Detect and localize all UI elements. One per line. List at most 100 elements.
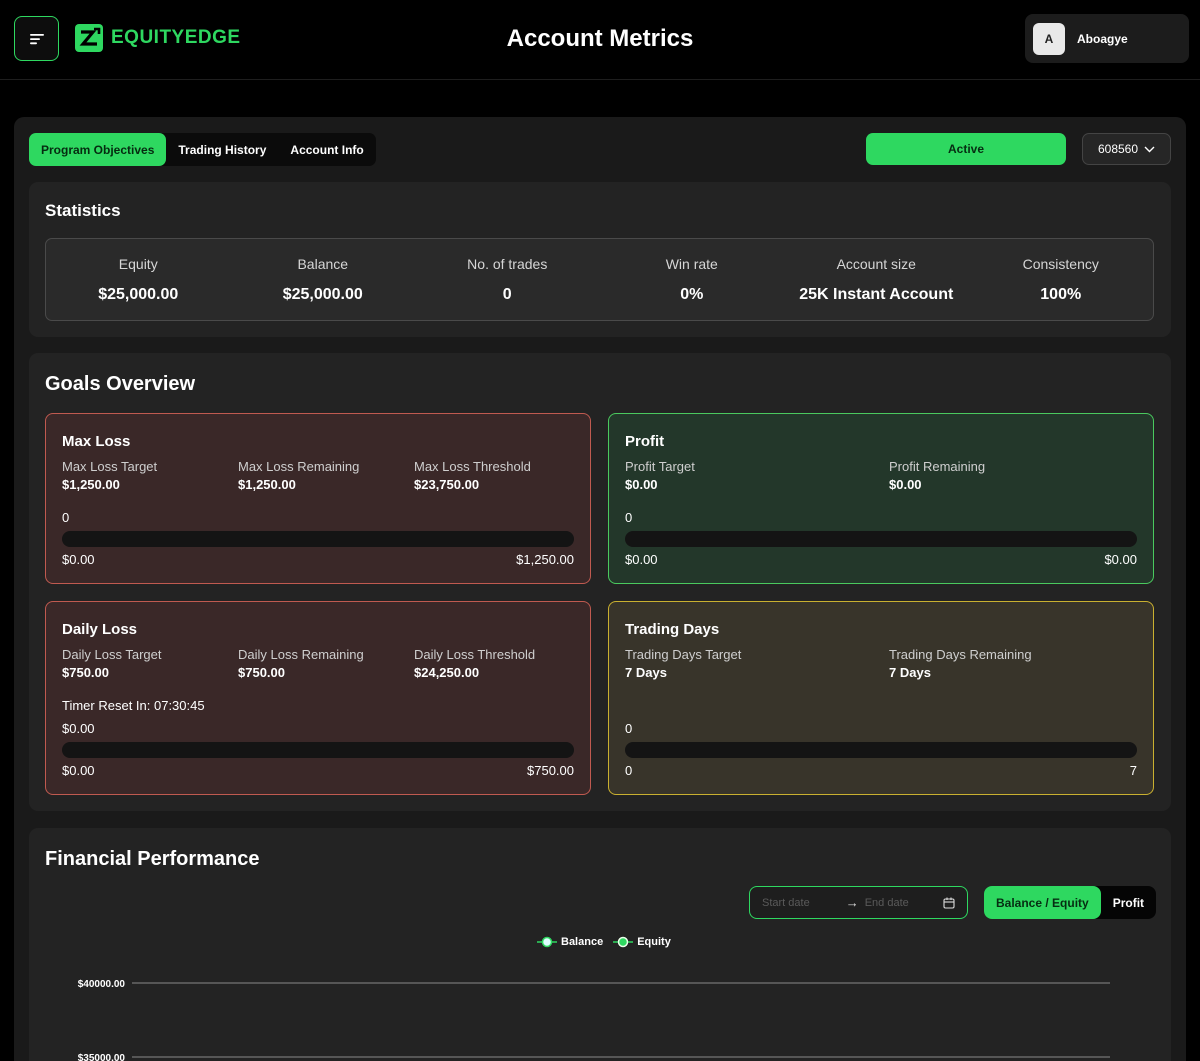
stat-label: Consistency — [1022, 255, 1099, 272]
stat-consistency: Consistency 100% — [969, 239, 1154, 320]
stat-value: $25,000.00 — [98, 285, 179, 303]
account-select[interactable]: 608560 — [1082, 133, 1171, 165]
top-header: EQUITYEDGE Account Metrics A Aboagye — [0, 0, 1200, 80]
trading-days-target: Trading Days Target 7 Days — [625, 647, 741, 680]
chart-legend: Balance Equity — [537, 936, 671, 948]
timer-reset: Timer Reset In: 07:30:45 — [62, 698, 205, 713]
stat-label: Account size — [836, 255, 916, 272]
start-date-input[interactable]: Start date — [762, 897, 810, 909]
page-title: Account Metrics — [506, 25, 694, 52]
current-value: $0.00 — [62, 721, 95, 736]
stat-label: Equity — [118, 255, 158, 272]
goal-label: Max Loss Threshold — [414, 459, 531, 474]
max-loss-goal: Max Loss Max Loss Target $1,250.00 Max L… — [45, 413, 591, 584]
legend-equity-marker-icon — [613, 936, 634, 948]
legend-label: Equity — [637, 936, 671, 948]
trading-days-progress-bar — [625, 742, 1137, 758]
legend-balance[interactable]: Balance — [537, 936, 603, 948]
stat-label: Win rate — [665, 255, 718, 272]
stat-value: $25,000.00 — [282, 285, 363, 303]
goal-label: Daily Loss Target — [62, 647, 162, 662]
daily-loss-goal: Daily Loss Daily Loss Target $750.00 Dai… — [45, 601, 591, 795]
bar-min-label: $0.00 — [625, 552, 658, 567]
goal-label: Profit Remaining — [889, 459, 986, 474]
daily-loss-target: Daily Loss Target $750.00 — [62, 647, 161, 680]
statistics-card: Statistics Equity $25,000.00 Balance $25… — [29, 182, 1171, 337]
tab-program-objectives[interactable]: Program Objectives — [29, 133, 167, 166]
y-tick-label: $40000.00 — [78, 979, 126, 990]
bar-min-label: $0.00 — [62, 763, 95, 778]
stat-value: 25K Instant Account — [799, 285, 954, 303]
goal-value: $750.00 — [238, 665, 285, 680]
profit-target: Profit Target $0.00 — [625, 459, 695, 492]
chevron-down-icon — [1144, 146, 1155, 152]
user-menu[interactable]: A Aboagye — [1025, 14, 1189, 63]
legend-equity[interactable]: Equity — [613, 936, 671, 948]
goal-value: $23,750.00 — [414, 477, 480, 492]
goal-value: $1,250.00 — [238, 477, 296, 492]
goal-value: $750.00 — [62, 665, 109, 680]
tab-account-info[interactable]: Account Info — [278, 133, 375, 166]
goals-overview-card: Goals Overview Max Loss Max Loss Target … — [29, 353, 1171, 811]
statistics-grid: Equity $25,000.00 Balance $25,000.00 No.… — [45, 238, 1154, 321]
stat-balance: Balance $25,000.00 — [231, 239, 416, 320]
main-panel: Program Objectives Trading History Accou… — [14, 117, 1186, 1061]
max-loss-threshold: Max Loss Threshold $23,750.00 — [414, 459, 531, 492]
calendar-icon[interactable] — [943, 897, 955, 909]
goal-label: Profit Target — [625, 459, 695, 474]
daily-loss-remaining: Daily Loss Remaining $750.00 — [238, 647, 364, 680]
bar-min-label: $0.00 — [62, 552, 95, 567]
toggle-balance-equity[interactable]: Balance / Equity — [984, 886, 1101, 919]
current-value: 0 — [625, 510, 633, 525]
y-tick-label: $35000.00 — [78, 1053, 126, 1061]
stat-label: Balance — [297, 255, 349, 272]
goal-value: 7 Days — [889, 665, 931, 680]
financial-title: Financial Performance — [45, 848, 260, 870]
goal-label: Daily Loss Threshold — [414, 647, 536, 662]
trading-days-goal: Trading Days Trading Days Target 7 Days … — [608, 601, 1154, 795]
chart-mode-toggle: Balance / Equity Profit — [984, 886, 1157, 919]
profit-progress-bar — [625, 531, 1137, 547]
current-value: 0 — [62, 510, 70, 525]
goal-value: $24,250.00 — [414, 665, 480, 680]
stat-value: 100% — [1040, 285, 1082, 303]
goal-title: Trading Days — [625, 621, 720, 638]
legend-label: Balance — [561, 936, 604, 948]
goal-label: Max Loss Target — [62, 459, 158, 474]
goals-title: Goals Overview — [45, 373, 196, 395]
tab-bar: Program Objectives Trading History Accou… — [29, 133, 376, 166]
goal-value: $1,250.00 — [62, 477, 120, 492]
stat-trades: No. of trades 0 — [415, 239, 600, 320]
tab-trading-history[interactable]: Trading History — [166, 133, 278, 166]
bar-min-label: 0 — [625, 763, 633, 778]
goal-value: 7 Days — [625, 665, 667, 680]
bar-max-label: $1,250.00 — [516, 552, 574, 567]
toggle-profit[interactable]: Profit — [1101, 886, 1156, 919]
goal-label: Daily Loss Remaining — [238, 647, 364, 662]
daily-loss-progress-bar — [62, 742, 574, 758]
date-range-picker[interactable]: Start date → End date — [749, 886, 968, 919]
bar-max-label: 7 — [1129, 763, 1137, 778]
max-loss-progress-bar — [62, 531, 574, 547]
statistics-title: Statistics — [45, 201, 121, 220]
account-number: 608560 — [1097, 142, 1139, 156]
status-button[interactable]: Active — [866, 133, 1066, 165]
daily-loss-threshold: Daily Loss Threshold $24,250.00 — [414, 647, 535, 680]
stat-label: No. of trades — [467, 255, 548, 272]
user-name: Aboagye — [1077, 31, 1128, 46]
profit-goal: Profit Profit Target $0.00 Profit Remain… — [608, 413, 1154, 584]
goal-title: Profit — [625, 433, 665, 450]
goal-value: $0.00 — [889, 477, 922, 492]
legend-balance-marker-icon — [537, 936, 557, 948]
bar-max-label: $750.00 — [527, 763, 574, 778]
stat-value: 0% — [680, 285, 704, 303]
goal-title: Daily Loss — [62, 621, 138, 638]
stat-equity: Equity $25,000.00 — [46, 239, 231, 320]
goal-label: Trading Days Target — [625, 647, 742, 662]
stat-value: 0 — [502, 285, 512, 303]
avatar: A — [1033, 22, 1065, 55]
max-loss-target: Max Loss Target $1,250.00 — [62, 459, 157, 492]
stat-win-rate: Win rate 0% — [600, 239, 785, 320]
max-loss-remaining: Max Loss Remaining $1,250.00 — [238, 459, 359, 492]
end-date-input[interactable]: End date — [865, 897, 909, 909]
